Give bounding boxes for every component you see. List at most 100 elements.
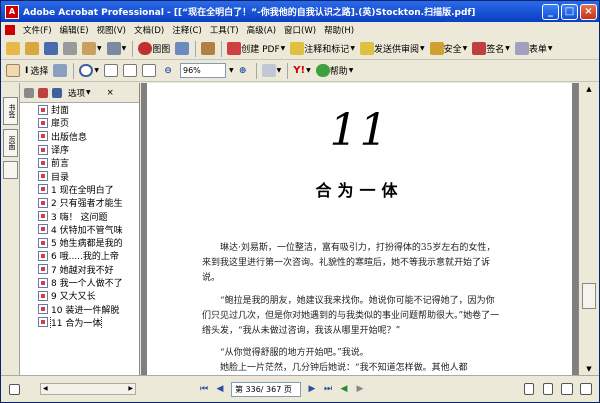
yahoo-button[interactable]: Y! ▼ [291,62,312,80]
help-button[interactable]: 帮助 ▼ [314,62,356,80]
next-view-button[interactable]: ▶ [352,381,368,397]
body-paragraph: 琳达·刘易斯，一位整洁，富有吸引力，打扮得体的35岁左右的女性，来到我这里进行第… [202,243,496,283]
snapshot-button[interactable] [51,62,69,80]
bookmark-icon [38,290,48,301]
bookmark-item[interactable]: 8 我一个人做不了 [20,276,139,289]
create-pdf-button[interactable]: 创建 PDF ▼ [225,40,287,58]
security-button[interactable]: 安全 ▼ [428,40,470,58]
bookmarks-panel-header: 选项 ▼ × [20,83,139,103]
search-button[interactable] [173,40,191,58]
new-bookmark-icon[interactable] [38,87,48,98]
previous-page-button[interactable]: ◀ [212,381,228,397]
facing-view-button[interactable] [558,380,576,398]
email-button[interactable]: ▼ [80,40,104,58]
zoom-tool-button[interactable]: ▼ [77,62,101,80]
bookmark-item-selected[interactable]: 11 合为一体 [20,315,139,330]
email-icon [82,42,96,55]
hand-tool-button[interactable] [4,62,22,80]
attach-button[interactable]: ▼ [105,40,129,58]
continuous-view-button[interactable] [539,380,557,398]
bookmark-item[interactable]: 5 她生病都是我的 [20,236,139,249]
menu-help[interactable]: 帮助(H) [320,24,358,36]
sign-button[interactable]: 签名 ▼ [470,40,512,58]
first-page-button[interactable]: ⏮ [196,381,212,397]
bookmark-item[interactable]: 扉页 [20,116,139,129]
close-button[interactable]: × [580,3,597,20]
organizer-button[interactable] [23,40,41,58]
single-page-view-button[interactable] [520,380,538,398]
menu-file[interactable]: 文件(F) [19,24,56,36]
options-dropdown-icon[interactable]: ▼ [86,89,91,96]
scroll-thumb[interactable] [582,283,596,309]
forms-icon [514,42,529,55]
save-button[interactable] [42,40,60,58]
continuous-facing-button[interactable] [577,380,595,398]
actual-size-button[interactable] [102,62,120,80]
zoom-out-button[interactable]: ⊖ [159,62,177,80]
forms-button[interactable]: 表单 ▼ [513,40,555,58]
fit-page-button[interactable] [121,62,139,80]
zoom-input[interactable]: 96% [180,63,226,78]
bookmark-icon [38,224,48,235]
bookmark-icon [38,250,48,261]
menu-tools[interactable]: 工具(T) [206,24,243,36]
title-bar[interactable]: A Adobe Acrobat Professional - [[“现在全明白了… [1,1,599,22]
bookmark-item[interactable]: 10 装进一件解脱 [20,302,139,316]
last-page-button[interactable]: ⏭ [320,381,336,397]
single-page-icon [8,383,20,395]
tutu-button[interactable]: 图图 [136,40,172,58]
bookmark-item[interactable]: 出版信息 [20,130,139,143]
page-number-input[interactable]: 第 336/ 367 页 [231,381,301,397]
menu-comments[interactable]: 注释(C) [168,24,206,36]
delete-bookmark-icon[interactable] [24,87,34,98]
vertical-scrollbar[interactable]: ▲ ▼ [578,83,599,375]
attach-icon [106,42,121,55]
bookmark-item[interactable]: 9 又大又长 [20,289,139,302]
print-button[interactable] [61,40,79,58]
previous-view-button[interactable]: ◀ [336,381,352,397]
next-page-button[interactable]: ▶ [304,381,320,397]
menu-window[interactable]: 窗口(W) [280,24,320,36]
rotate-button[interactable]: ▼ [260,62,284,80]
fit-width-button[interactable] [140,62,158,80]
options-menu[interactable]: 选项 [68,87,85,99]
scroll-down-arrow[interactable]: ▼ [579,365,599,373]
tab-bookmarks[interactable]: 书签 [3,97,18,125]
bookmark-item[interactable]: 前言 [20,156,139,169]
bookmark-item[interactable]: 1 现在全明白了 [20,183,139,196]
bookmark-item[interactable]: 7 她越对我不好 [20,263,139,276]
minimize-button[interactable]: _ [542,3,559,20]
bookmark-item[interactable]: 4 伏特加不管气味 [20,223,139,236]
maximize-button[interactable]: □ [561,3,578,20]
menu-document[interactable]: 文档(D) [130,24,168,36]
comment-markup-button[interactable]: 注释和标记 ▼ [288,40,357,58]
chapter-number: 11 [329,105,390,156]
menu-edit[interactable]: 编辑(E) [56,24,93,36]
menu-advanced[interactable]: 高级(A) [243,24,280,36]
lock-button[interactable] [199,40,217,58]
view-toolbar: I 选择 ▼ ⊖ 96% ▼ ⊕ ▼ Y! ▼ 帮助 ▼ [1,60,599,82]
close-panel-icon[interactable]: × [107,88,114,98]
zoom-in-icon [79,64,94,77]
bookmark-item[interactable]: 3 嗨！ 这问题 [20,209,139,223]
fit-width-icon [142,64,156,77]
document-view[interactable]: 11 合为一体 琳达·刘易斯，一位整洁，富有吸引力，打扮得体的35岁左右的女性，… [141,83,578,375]
zoom-in-button[interactable]: ⊕ [234,62,252,80]
tab-pages[interactable]: 页面 [3,129,18,157]
select-tool-button[interactable]: I 选择 [23,62,50,80]
bookmark-item[interactable]: 6 哦.....我的上帝 [20,249,139,262]
scroll-up-arrow[interactable]: ▲ [579,83,599,95]
menu-view[interactable]: 视图(V) [93,24,130,36]
bookmark-item[interactable]: 译序 [20,143,139,156]
send-review-button[interactable]: 发送供审阅 ▼ [358,40,427,58]
web-capture-icon [138,42,153,55]
panel-horizontal-scrollbar[interactable]: ◀ ▶ [40,383,136,395]
open-button[interactable] [4,40,22,58]
expand-bookmark-icon[interactable] [52,87,62,98]
tab-signatures[interactable] [3,161,18,179]
layout-button[interactable] [5,380,23,398]
bookmark-item[interactable]: 封面 [20,103,139,116]
bookmark-item[interactable]: 2 只有强者才能生 [20,196,139,209]
bookmark-icon [38,104,48,115]
bookmark-item[interactable]: 目录 [20,169,139,183]
